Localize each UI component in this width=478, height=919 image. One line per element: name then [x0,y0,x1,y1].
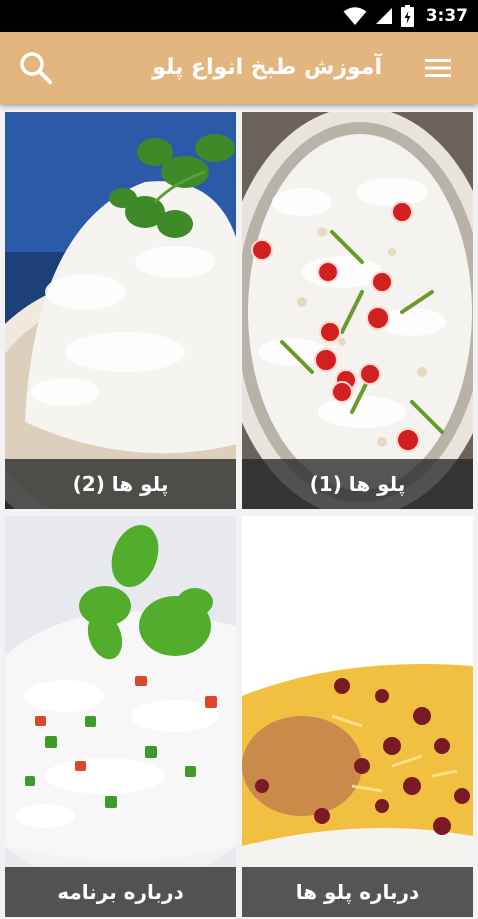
wifi-icon [343,7,367,25]
rice-mint-image [5,516,236,917]
tile-label: درباره پلو ها [242,867,473,917]
search-icon [20,52,52,84]
rice-chili-image [242,112,473,509]
saffron-rice-image [242,516,473,917]
rice-dome-image [5,112,236,509]
status-icons: 3:37 [343,0,468,32]
menu-button[interactable] [410,32,466,104]
tile-label: پلو ها (1) [242,459,473,509]
tile-label: پلو ها (2) [5,459,236,509]
signal-icon [375,8,392,24]
status-bar: 3:37 [0,0,478,32]
category-grid: پلو ها (1) پلو ها (2) درباره پلو ها دربا… [0,104,478,919]
tile-polo-1[interactable]: پلو ها (1) [242,112,473,509]
search-button[interactable] [8,32,64,104]
menu-icon [425,59,451,77]
tile-about-polo[interactable]: درباره پلو ها [242,516,473,917]
battery-icon [400,5,414,27]
tile-polo-2[interactable]: پلو ها (2) [5,112,236,509]
tile-about-app[interactable]: درباره برنامه [5,516,236,917]
tile-label: درباره برنامه [5,867,236,917]
status-time: 3:37 [425,6,468,26]
app-title: آموزش طبخ انواع پلو [152,55,382,80]
app-bar: آموزش طبخ انواع پلو [0,32,478,104]
